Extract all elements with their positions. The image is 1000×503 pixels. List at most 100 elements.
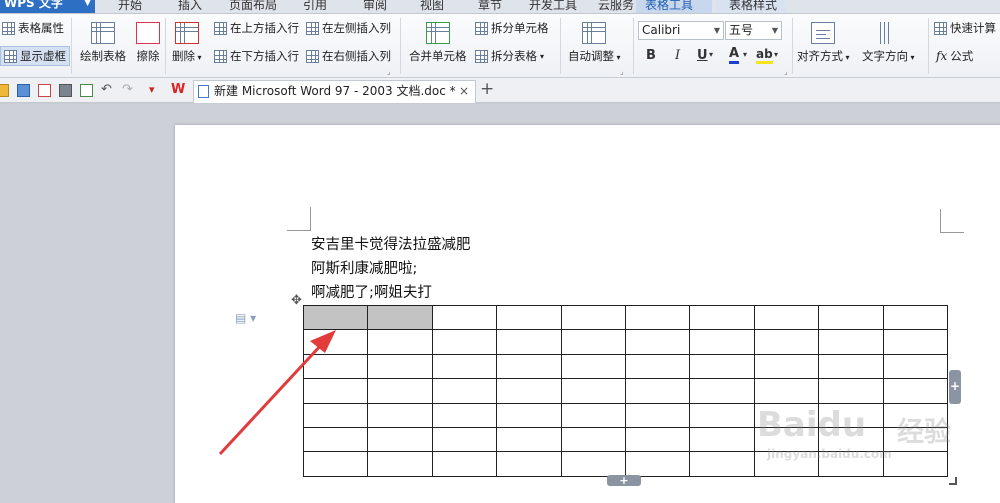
print-preview-icon[interactable] (80, 84, 93, 97)
undo-icon[interactable]: ↶ (101, 83, 114, 97)
save-icon[interactable] (17, 84, 30, 97)
tab-chapter[interactable]: 章节 (478, 0, 502, 13)
calculator-icon (934, 21, 947, 35)
quick-calc-button[interactable]: 快速计算 (934, 20, 996, 36)
draw-table-label: 绘制表格 (80, 49, 126, 63)
insert-col-right-button[interactable]: 在右侧插入列 (306, 48, 391, 64)
app-menu-button[interactable]: WPS 文字 ▼ (0, 0, 95, 13)
split-table-label: 拆分表格 (491, 49, 537, 63)
tab-home[interactable]: 开始 (118, 0, 142, 13)
separator (633, 18, 634, 74)
text-direction-icon (876, 22, 901, 44)
separator (560, 18, 561, 74)
insert-col-left-label: 在左侧插入列 (322, 21, 391, 35)
new-tab-button[interactable]: + (480, 79, 494, 99)
table-properties-icon (2, 21, 15, 35)
merge-cells-label: 合并单元格 (409, 49, 467, 63)
chevron-down-icon: ▾ (774, 50, 779, 59)
split-table-button[interactable]: 拆分表格 ▾ (475, 48, 544, 64)
chevron-down-icon: ▾ (709, 50, 714, 59)
gridlines-icon (4, 49, 17, 63)
tab-review[interactable]: 审阅 (363, 0, 387, 13)
insert-col-right-label: 在右侧插入列 (322, 49, 391, 63)
autofit-button[interactable]: 自动调整 ▾ (568, 22, 621, 64)
merge-cells-button[interactable]: 合并单元格 (409, 22, 467, 64)
font-name-value: Calibri (642, 23, 681, 37)
insert-row-above-icon (214, 21, 227, 35)
tab-cloud[interactable]: 云服务 (598, 0, 634, 13)
tab-page-layout[interactable]: 页面布局 (229, 0, 277, 13)
autofit-icon (582, 22, 607, 44)
insert-row-below-button[interactable]: 在下方插入行 (214, 48, 299, 64)
font-size-select[interactable]: 五号 ▼ (725, 21, 782, 40)
launcher-icon[interactable]: ⌟ (620, 67, 624, 76)
chevron-down-icon: ▼ (771, 26, 778, 35)
chevron-down-icon: ▼ (84, 0, 91, 8)
chevron-down-icon: ▾ (540, 51, 545, 61)
tab-insert[interactable]: 插入 (178, 0, 202, 13)
delete-label: 删除 (172, 49, 195, 63)
split-table-icon (475, 49, 488, 63)
split-cells-button[interactable]: 拆分单元格 (475, 20, 549, 36)
document-icon (198, 85, 209, 98)
tab-references[interactable]: 引用 (303, 0, 327, 13)
close-icon[interactable]: × (459, 81, 469, 101)
autofit-label: 自动调整 (568, 49, 614, 63)
eraser-label: 擦除 (136, 49, 160, 63)
document-tab[interactable]: 新建 Microsoft Word 97 - 2003 文档.doc * × (193, 80, 476, 103)
print-icon[interactable] (59, 84, 72, 97)
document-canvas: 安吉里卡觉得法拉盛减肥 阿斯利康减肥啦; 啊减肥了;啊姐夫打 ✥ ▤ ▾ + +… (0, 104, 1000, 503)
insert-col-left-button[interactable]: 在左侧插入列 (306, 20, 391, 36)
eraser-icon (136, 22, 160, 44)
menu-bar: WPS 文字 ▼ 开始 插入 页面布局 引用 审阅 视图 章节 开发工具 云服务… (0, 0, 1000, 14)
document-tab-title: 新建 Microsoft Word 97 - 2003 文档.doc * (214, 84, 456, 98)
separator (792, 18, 793, 74)
tab-view[interactable]: 视图 (420, 0, 444, 13)
merge-cells-icon (425, 22, 450, 44)
insert-row-above-button[interactable]: 在上方插入行 (214, 20, 299, 36)
split-cells-icon (475, 21, 488, 35)
italic-button[interactable]: I (675, 48, 680, 63)
table-properties-button[interactable]: 表格属性 (2, 20, 64, 36)
text-direction-label: 文字方向 (862, 49, 908, 63)
show-gridlines-button[interactable]: 显示虚框 (0, 46, 70, 66)
delete-icon (174, 22, 199, 44)
delete-button[interactable]: 删除 ▾ (172, 22, 202, 64)
highlight-button[interactable]: ab (756, 47, 773, 64)
chevron-down-icon: ▼ (713, 26, 720, 35)
align-label: 对齐方式 (797, 49, 843, 63)
font-size-value: 五号 (729, 23, 754, 37)
text-direction-button[interactable]: 文字方向 ▾ (862, 22, 915, 64)
customize-icon[interactable]: ▾ (149, 84, 162, 97)
insert-row-below-icon (214, 49, 227, 63)
annotation-arrow (218, 330, 336, 456)
redo-icon[interactable]: ↷ (122, 83, 135, 97)
tab-developer[interactable]: 开发工具 (529, 0, 577, 13)
launcher-icon[interactable]: ⌟ (387, 67, 391, 76)
export-pdf-icon[interactable] (38, 84, 51, 97)
tab-table-tools[interactable]: 表格工具 (645, 0, 693, 13)
bold-button[interactable]: B (646, 48, 656, 63)
font-name-select[interactable]: Calibri ▼ (638, 21, 724, 40)
open-folder-icon[interactable] (0, 84, 9, 97)
show-gridlines-label: 显示虚框 (20, 49, 66, 63)
formula-button[interactable]: fx 公式 (936, 48, 973, 64)
draw-table-button[interactable]: 绘制表格 (80, 22, 126, 64)
insert-row-above-label: 在上方插入行 (230, 21, 299, 35)
launcher-icon[interactable]: ⌟ (784, 67, 788, 76)
wps-logo-icon[interactable]: W (171, 83, 185, 97)
align-button[interactable]: 对齐方式 ▾ (797, 22, 850, 64)
quick-access-bar: ↶ ↷ ▾ W 新建 Microsoft Word 97 - 2003 文档.d… (0, 78, 1000, 103)
separator (928, 18, 929, 74)
underline-button[interactable]: U (697, 48, 708, 63)
font-color-button[interactable]: A (729, 47, 740, 64)
chevron-down-icon: ▾ (743, 50, 748, 59)
eraser-button[interactable]: 擦除 (136, 22, 160, 64)
insert-col-right-icon (306, 49, 319, 63)
separator (71, 18, 72, 74)
split-cells-label: 拆分单元格 (491, 21, 549, 35)
insert-col-left-icon (306, 21, 319, 35)
insert-row-below-label: 在下方插入行 (230, 49, 299, 63)
formula-label: 公式 (950, 49, 974, 63)
tab-table-style[interactable]: 表格样式 (729, 0, 777, 13)
